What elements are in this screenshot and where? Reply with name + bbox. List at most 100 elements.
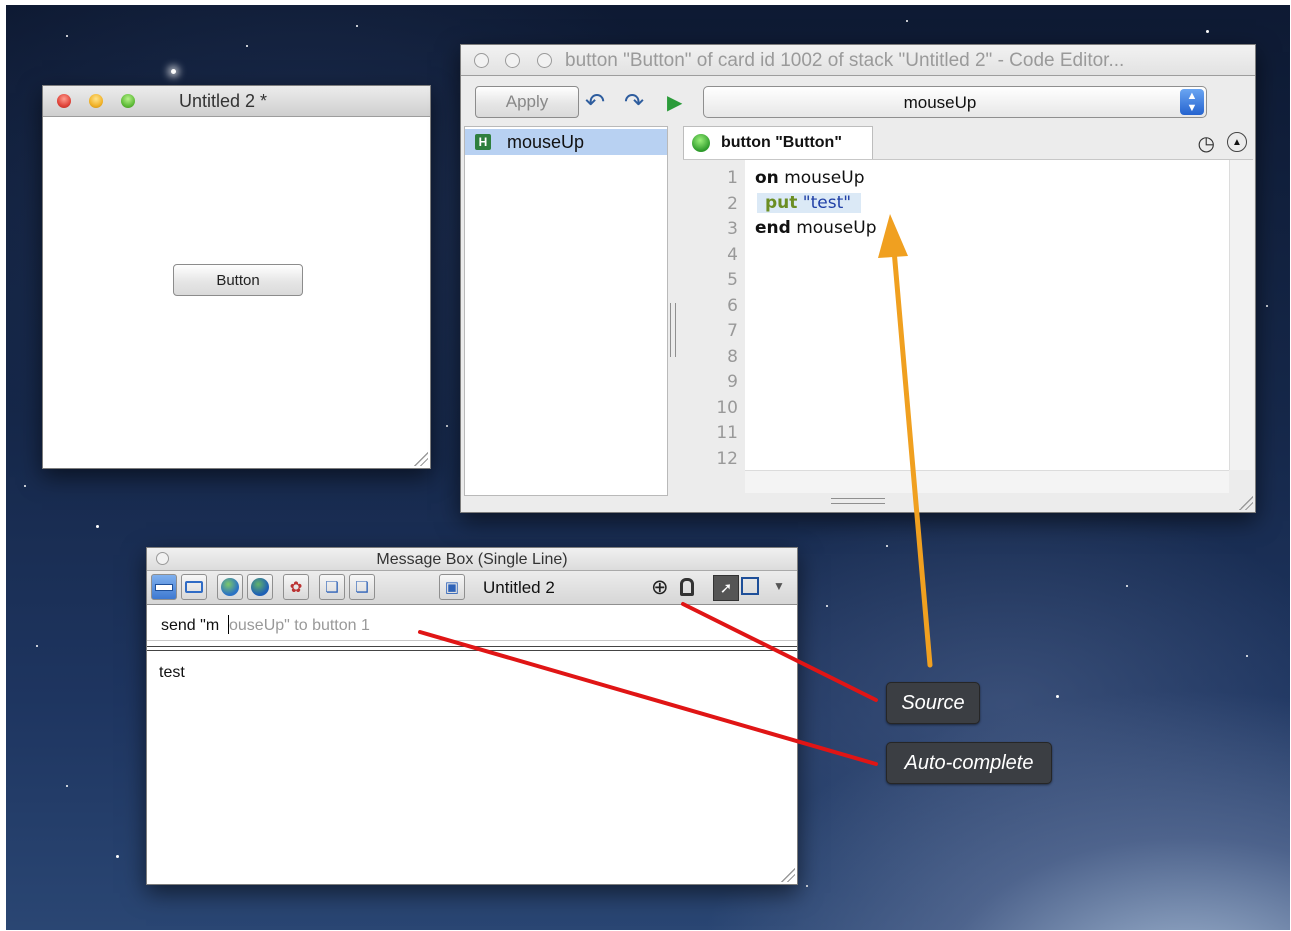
resize-grip[interactable] (1239, 496, 1253, 510)
code-text: mouseUp (790, 218, 877, 238)
code-text: mouseUp (778, 168, 865, 188)
line-number: 12 (716, 448, 738, 469)
minimize-button[interactable] (89, 94, 103, 108)
message-box-titlebar[interactable]: Message Box (Single Line) (147, 548, 797, 571)
code-line-2[interactable]: put "test" (757, 193, 862, 213)
edit-tool-icon[interactable] (741, 577, 759, 595)
keyword-put: put (765, 193, 798, 213)
string-literal: "test" (797, 193, 852, 213)
global-variables-icon[interactable] (247, 574, 273, 600)
undo-icon[interactable]: ↶ (585, 89, 605, 116)
star (24, 485, 26, 487)
stack-list-icon[interactable]: ▣ (439, 574, 465, 600)
keyword-on: on (755, 168, 779, 188)
handler-select-value: mouseUp (903, 93, 977, 112)
pane-splitter[interactable] (670, 303, 676, 357)
star (116, 855, 119, 858)
line-number: 6 (727, 295, 738, 316)
stack-name[interactable]: Untitled 2 (483, 578, 555, 598)
source-icon[interactable]: ⊕ (651, 575, 669, 600)
callout-autocomplete: Auto-complete (886, 742, 1052, 784)
window-title: Untitled 2 * (179, 91, 268, 111)
star (1206, 30, 1209, 33)
star (1126, 585, 1128, 587)
stack-window-titlebar[interactable]: Untitled 2 * (43, 86, 430, 117)
handler-list-item[interactable]: H mouseUp (465, 129, 667, 155)
apply-button[interactable]: Apply (475, 86, 579, 118)
star (446, 425, 448, 427)
star (906, 20, 908, 22)
minimize-button[interactable] (505, 53, 520, 68)
callout-source: Source (886, 682, 980, 724)
redo-icon[interactable]: ↷ (624, 89, 644, 116)
divider (147, 646, 797, 651)
result-area[interactable]: test (147, 652, 797, 884)
backscripts-icon[interactable]: ❏ (349, 574, 375, 600)
global-properties-icon[interactable] (217, 574, 243, 600)
callout-autocomplete-label: Auto-complete (904, 751, 1034, 774)
multi-line-mode-icon[interactable] (181, 574, 207, 600)
bottom-drag-handle[interactable] (831, 498, 885, 504)
line-number: 11 (716, 423, 738, 443)
star (1246, 655, 1248, 657)
star (1056, 695, 1059, 698)
star (826, 605, 828, 607)
code-editor-window: button "Button" of card id 1002 of stack… (460, 44, 1256, 513)
window-title: Message Box (Single Line) (376, 551, 568, 568)
tab-script[interactable]: button "Button" (683, 126, 873, 159)
collapse-icon[interactable]: ▲ (1227, 132, 1247, 152)
star (66, 35, 68, 37)
zoom-button[interactable] (537, 53, 552, 68)
status-ok-icon (692, 134, 710, 152)
code-line-1[interactable]: on mouseUp (755, 168, 865, 188)
callout-source-label: Source (901, 691, 965, 714)
handler-label: mouseUp (507, 132, 585, 152)
frontscripts-icon[interactable]: ❏ (319, 574, 345, 600)
input-typed-text: send "m (161, 617, 220, 634)
zoom-button[interactable] (121, 94, 135, 108)
vertical-scrollbar[interactable] (1229, 160, 1254, 470)
chevron-down-icon[interactable]: ▼ (773, 579, 785, 593)
stack-button[interactable]: Button (173, 264, 303, 296)
resize-grip[interactable] (781, 868, 795, 882)
script-editor[interactable]: 1 2 3 4 5 6 7 8 9 10 11 12 on mouseUp put "test" en… (683, 160, 1229, 470)
resize-grip[interactable] (414, 452, 428, 466)
line-number: 3 (727, 219, 738, 239)
pending-messages-icon[interactable]: ✿ (283, 574, 309, 600)
code-line-3[interactable]: end mouseUp (755, 218, 877, 238)
star (806, 885, 808, 887)
stack-window: Untitled 2 * Button (42, 85, 431, 469)
close-button[interactable] (57, 94, 71, 108)
run-icon[interactable]: ▶ (667, 90, 682, 114)
line-number: 9 (727, 372, 738, 392)
message-box-window: Message Box (Single Line) ✿ ❏ ❏ ▣ Untitl… (146, 547, 798, 885)
select-arrows-icon: ▲ ▼ (1180, 89, 1204, 115)
star (1266, 305, 1268, 307)
single-line-mode-icon[interactable] (151, 574, 177, 600)
star (171, 69, 176, 74)
message-input[interactable]: send "m ouseUp" to button 1 (147, 605, 797, 641)
handler-select[interactable]: mouseUp ▲ ▼ (703, 86, 1207, 118)
lock-icon[interactable] (680, 578, 694, 596)
star (886, 545, 888, 547)
handler-list: H mouseUp (464, 126, 668, 496)
code-editor-titlebar[interactable]: button "Button" of card id 1002 of stack… (461, 45, 1255, 76)
code-editor-toolbar: Apply ↶ ↷ ▶ mouseUp ▲ ▼ (461, 76, 1255, 126)
star (356, 25, 358, 27)
window-title: button "Button" of card id 1002 of stack… (565, 50, 1125, 71)
horizontal-scrollbar[interactable] (745, 470, 1229, 493)
input-autocomplete-text: ouseUp" to button 1 (229, 617, 370, 634)
line-number: 8 (727, 346, 738, 367)
script-tab-bar: button "Button" ◷ ▲ (683, 126, 1253, 160)
history-icon[interactable]: ◷ (1198, 131, 1215, 156)
line-number: 1 (727, 168, 738, 188)
star (246, 45, 248, 47)
close-button[interactable] (474, 53, 489, 68)
line-number: 2 (727, 193, 738, 214)
line-number: 4 (727, 244, 738, 265)
line-number: 7 (727, 321, 738, 341)
line-number: 5 (727, 270, 738, 290)
star (36, 645, 38, 647)
pointer-tool-icon[interactable]: ➚ (713, 575, 739, 601)
star (66, 785, 68, 787)
